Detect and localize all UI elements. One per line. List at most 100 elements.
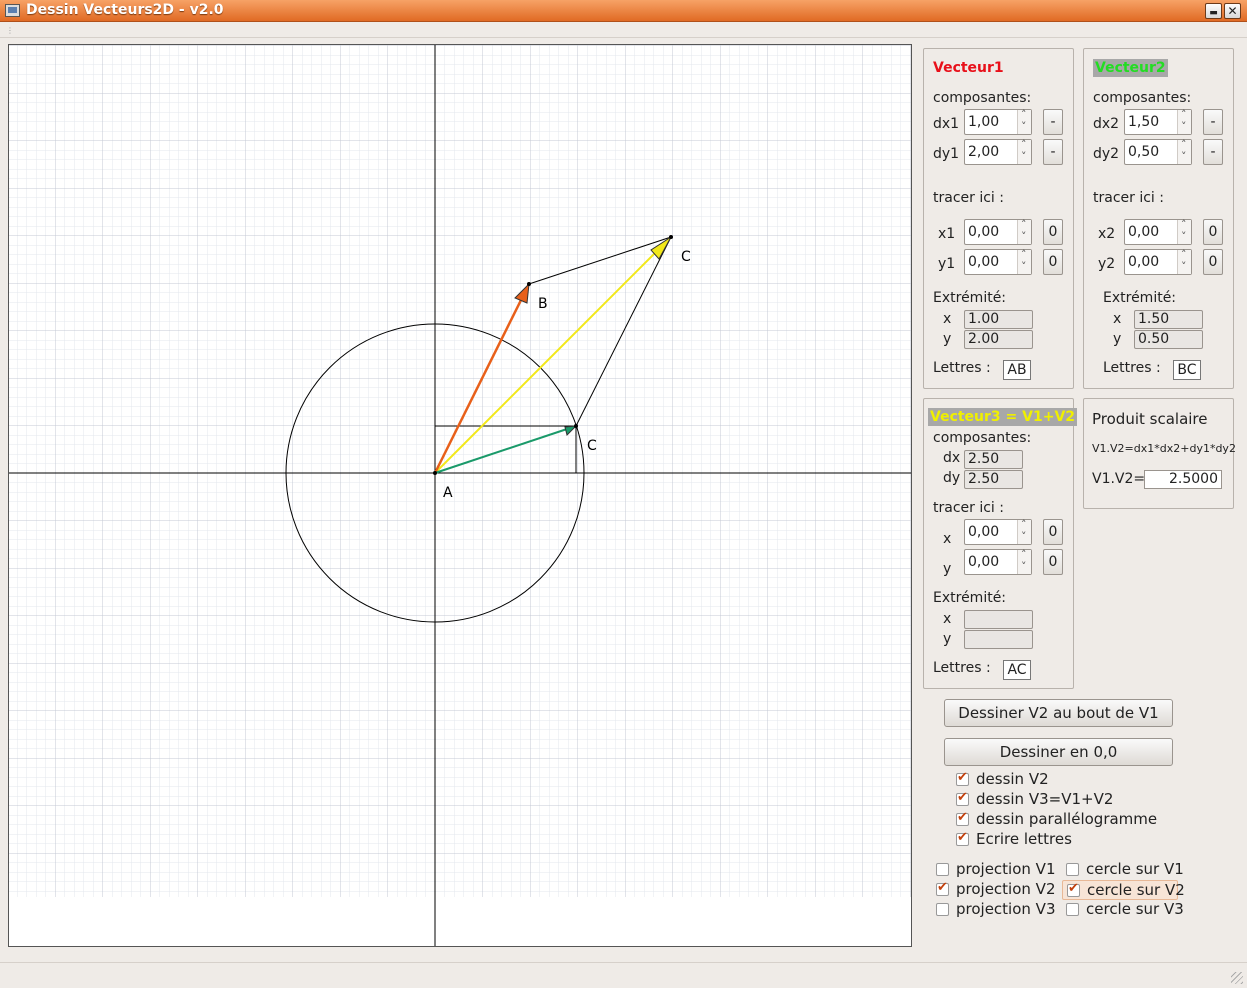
dx2-value: 1,50 <box>1128 114 1160 130</box>
projection-label-1: projection V2 <box>956 880 1056 898</box>
projection-option-1[interactable]: projection V2 <box>932 880 1056 900</box>
vecteur2-title: Vecteur2 <box>1093 59 1168 77</box>
x2-spin-arrows-icon[interactable] <box>1177 218 1191 244</box>
v1-ext-x-field: 1.00 <box>964 310 1033 329</box>
dx1-spinbox[interactable]: 1,00 <box>964 108 1032 135</box>
x2-zero-button[interactable]: 0 <box>1203 219 1223 245</box>
v3-dx-label: dx <box>943 450 961 466</box>
v1-lettres-field[interactable]: AB <box>1003 360 1031 380</box>
y1-spin-arrows-icon[interactable] <box>1017 248 1031 274</box>
dessin-checkbox-1[interactable] <box>956 790 969 806</box>
cercle-checkbox-0[interactable] <box>1066 863 1079 876</box>
cercle-label-1: cercle sur V2 <box>1087 881 1185 899</box>
dx2-label: dx2 <box>1093 116 1120 132</box>
v3-lettres-field[interactable]: AC <box>1003 660 1031 680</box>
y2-value: 0,00 <box>1128 254 1160 270</box>
v3-y-zero-button[interactable]: 0 <box>1043 549 1063 575</box>
dessin-checkbox-3[interactable] <box>956 830 969 846</box>
v3-y-spinbox[interactable]: 0,00 <box>964 548 1032 575</box>
point-label-a: A <box>443 485 453 501</box>
x2-value: 0,00 <box>1128 224 1160 240</box>
dessiner-bout-v1-button[interactable]: Dessiner V2 au bout de V1 <box>944 699 1173 727</box>
projection-option-0[interactable]: projection V1 <box>932 860 1056 880</box>
vecteur3-panel: Vecteur3 = V1+V2 composantes: dx 2.50 dy… <box>923 398 1078 689</box>
v3-x-spin-arrows-icon[interactable] <box>1017 518 1031 544</box>
cercle-option-0[interactable]: cercle sur V1 <box>1062 860 1184 880</box>
dessin-checkbox-0[interactable] <box>956 770 969 786</box>
x1-zero-button[interactable]: 0 <box>1043 219 1063 245</box>
v1-extremite-label: Extrémité: <box>933 290 1007 306</box>
dx2-negate-button[interactable]: - <box>1203 109 1223 135</box>
dy2-spinbox[interactable]: 0,50 <box>1124 138 1192 165</box>
v3-x-zero-button[interactable]: 0 <box>1043 519 1063 545</box>
point-c-dot <box>669 235 673 239</box>
x2-spinbox[interactable]: 0,00 <box>1124 218 1192 245</box>
projection-checkbox-1[interactable] <box>936 880 949 896</box>
v3-y-label: y <box>943 561 952 577</box>
dessin-option-0[interactable]: dessin V2 <box>952 770 1072 790</box>
projection-checkbox-2[interactable] <box>936 903 949 916</box>
cercle-option-2[interactable]: cercle sur V3 <box>1062 900 1184 920</box>
y2-label: y2 <box>1098 256 1116 272</box>
dessiner-origine-button[interactable]: Dessiner en 0,0 <box>944 738 1173 766</box>
projection-option-2[interactable]: projection V3 <box>932 900 1056 920</box>
v1-ext-y-label: y <box>943 331 952 347</box>
x1-spin-arrows-icon[interactable] <box>1017 218 1031 244</box>
minimize-icon: ▬ <box>1209 8 1218 18</box>
x2-label: x2 <box>1098 226 1116 242</box>
cercle-checkbox-2[interactable] <box>1066 903 1079 916</box>
cercle-checkbox-1[interactable] <box>1067 881 1080 897</box>
dx1-negate-button[interactable]: - <box>1043 109 1063 135</box>
v3-x-value: 0,00 <box>968 524 1000 540</box>
v3-lettres-label: Lettres : <box>933 660 991 676</box>
y2-spinbox[interactable]: 0,00 <box>1124 248 1192 275</box>
drawing-canvas[interactable]: A B C C <box>8 44 912 947</box>
dy1-value: 2,00 <box>968 144 1000 160</box>
vector-plot: A B C C <box>9 45 911 946</box>
minimize-button[interactable]: ▬ <box>1205 3 1222 19</box>
point-label-b: B <box>538 296 548 312</box>
x1-label: x1 <box>938 226 956 242</box>
toolbar-grip-icon[interactable]: ⋮ <box>6 26 14 35</box>
dy1-spin-arrows-icon[interactable] <box>1017 138 1031 164</box>
cercle-option-1[interactable]: cercle sur V2 <box>1062 880 1185 900</box>
y1-spinbox[interactable]: 0,00 <box>964 248 1032 275</box>
v3-x-spinbox[interactable]: 0,00 <box>964 518 1032 545</box>
dx2-spin-arrows-icon[interactable] <box>1177 108 1191 134</box>
projection-checkbox-0[interactable] <box>936 863 949 876</box>
v1-lettres-label: Lettres : <box>933 360 991 376</box>
y2-spin-arrows-icon[interactable] <box>1177 248 1191 274</box>
v3-y-spin-arrows-icon[interactable] <box>1017 548 1031 574</box>
vecteur1-panel: Vecteur1 composantes: dx1 1,00 - dy1 2,0… <box>923 48 1074 389</box>
dx2-spinbox[interactable]: 1,50 <box>1124 108 1192 135</box>
dy2-label: dy2 <box>1093 146 1120 162</box>
dy1-negate-button[interactable]: - <box>1043 139 1063 165</box>
v2-extremite-label: Extrémité: <box>1103 290 1177 306</box>
dy1-spinbox[interactable]: 2,00 <box>964 138 1032 165</box>
dessin-option-2[interactable]: dessin parallélogramme <box>952 810 1157 830</box>
app-icon <box>5 4 20 17</box>
resize-grip-icon[interactable] <box>1231 972 1243 984</box>
y2-zero-button[interactable]: 0 <box>1203 249 1223 275</box>
dy2-value: 0,50 <box>1128 144 1160 160</box>
dessin-option-3[interactable]: Ecrire lettres <box>952 830 1072 850</box>
x1-spinbox[interactable]: 0,00 <box>964 218 1032 245</box>
projection-label-0: projection V1 <box>956 860 1056 878</box>
y1-zero-button[interactable]: 0 <box>1043 249 1063 275</box>
v2-lettres-label: Lettres : <box>1103 360 1161 376</box>
dy2-spin-arrows-icon[interactable] <box>1177 138 1191 164</box>
close-button[interactable]: ✕ <box>1224 3 1241 19</box>
v2-lettres-field[interactable]: BC <box>1173 360 1201 380</box>
cercle-label-0: cercle sur V1 <box>1086 860 1184 878</box>
dx1-spin-arrows-icon[interactable] <box>1017 108 1031 134</box>
dy1-label: dy1 <box>933 146 960 162</box>
v2-tracer-label: tracer ici : <box>1093 190 1164 206</box>
v1-ext-x-label: x <box>943 311 952 327</box>
window-title: Dessin Vecteurs2D - v2.0 <box>26 2 224 18</box>
v3-ext-x-field <box>964 610 1033 629</box>
v3-ext-x-label: x <box>943 611 952 627</box>
dessin-checkbox-2[interactable] <box>956 810 969 826</box>
dy2-negate-button[interactable]: - <box>1203 139 1223 165</box>
dessin-option-1[interactable]: dessin V3=V1+V2 <box>952 790 1113 810</box>
v2-ext-x-field: 1.50 <box>1134 310 1203 329</box>
